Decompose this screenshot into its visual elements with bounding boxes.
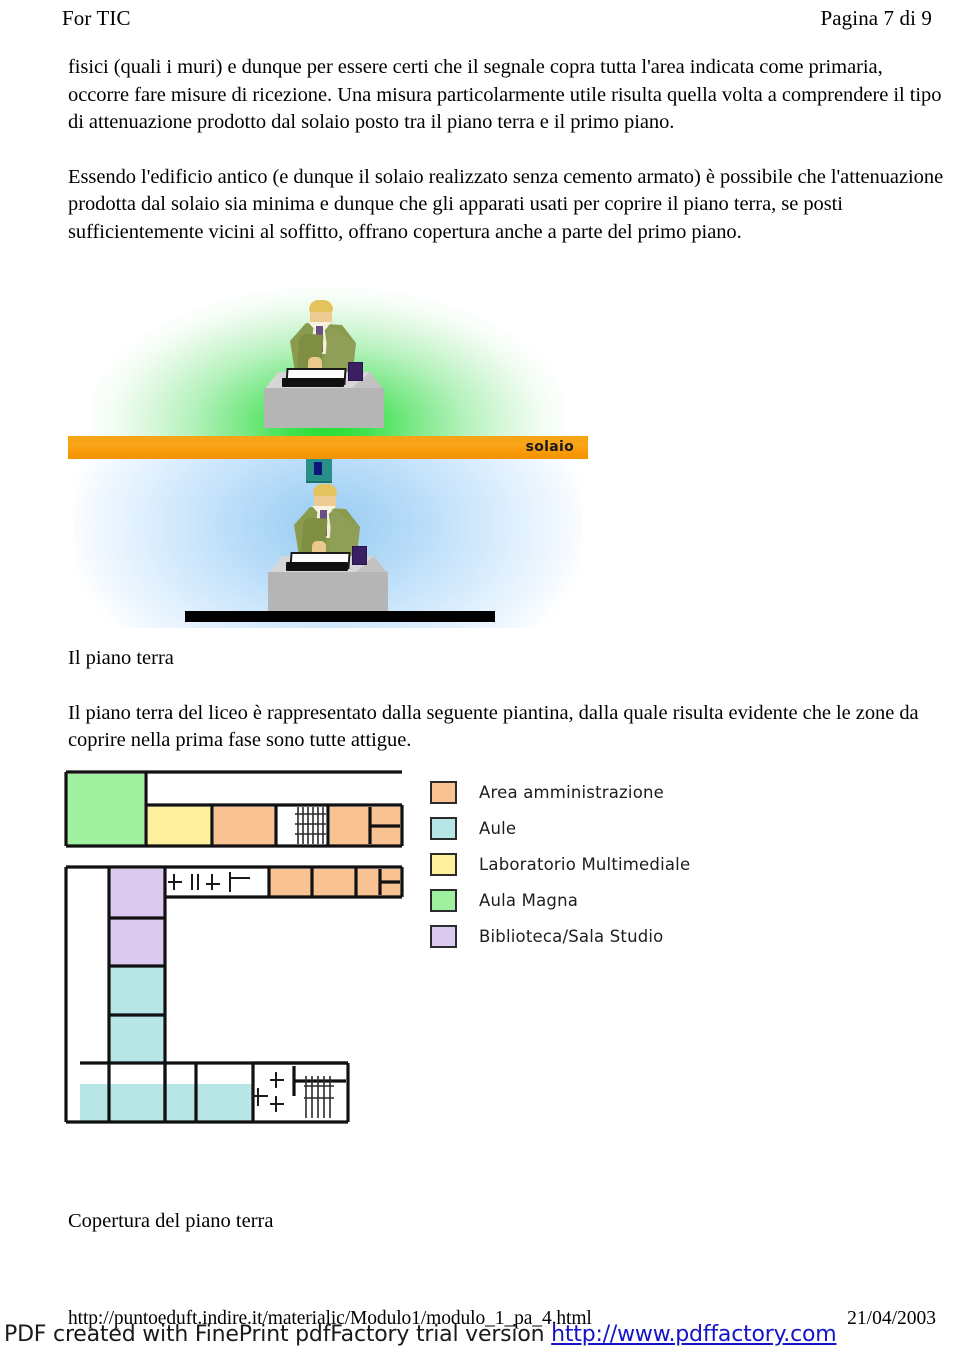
person-at-desk-first-floor	[264, 300, 384, 428]
legend-label-aule: Aule	[479, 818, 517, 838]
legend-swatch-area-amministrazione	[430, 780, 457, 804]
heading-piano-terra: Il piano terra	[68, 647, 174, 669]
pdffactory-watermark: PDF created with FinePrint pdfFactory tr…	[4, 1322, 956, 1347]
figure-solaio-attenuation-diagram: solaio	[68, 258, 588, 628]
floor-plan-room	[66, 774, 144, 846]
floor-plan-legend: Area amministrazione Aule Laboratorio Mu…	[430, 774, 700, 954]
legend-item: Area amministrazione	[430, 774, 700, 810]
floor-plan-drawing	[64, 770, 404, 1124]
pdffactory-link[interactable]: http://www.pdffactory.com	[551, 1322, 837, 1347]
paragraph-piantina: Il piano terra del liceo è rappresentato…	[68, 701, 919, 752]
legend-swatch-biblioteca-sala-studio	[430, 924, 457, 948]
figure-floor-plan: Area amministrazione Aule Laboratorio Mu…	[62, 766, 702, 1166]
legend-item: Aule	[430, 810, 700, 846]
floor-plan-room-fills	[66, 774, 402, 1122]
floor-plan-stairs	[295, 807, 334, 1118]
mug-icon	[352, 546, 367, 565]
caption-copertura-piano-terra: Copertura del piano terra	[68, 1210, 274, 1232]
person-hair-icon	[309, 300, 333, 312]
page-footer: http://puntoeduft.indire.it/materialic/M…	[0, 1308, 960, 1355]
legend-swatch-laboratorio-multimediale	[430, 852, 457, 876]
legend-label-area-amministrazione: Area amministrazione	[479, 782, 665, 802]
solaio-slab-bar	[68, 436, 588, 459]
legend-item: Aula Magna	[430, 882, 700, 918]
legend-label-aula-magna: Aula Magna	[479, 890, 579, 910]
page-header: For TIC Pagina 7 di 9	[0, 6, 960, 40]
legend-swatch-aula-magna	[430, 888, 457, 912]
paragraph-edificio-antico: Essendo l'edificio antico (e dunque il s…	[68, 165, 944, 243]
document-body: fisici (quali i muri) e dunque per esser…	[68, 54, 948, 246]
floor-plan-fixtures	[168, 872, 284, 1112]
mug-icon	[348, 362, 363, 381]
floor-plan-room	[214, 807, 276, 846]
legend-label-laboratorio-multimediale: Laboratorio Multimediale	[479, 854, 691, 874]
solaio-label: solaio	[525, 439, 574, 455]
floor-plan-room	[146, 807, 212, 846]
header-title: For TIC	[62, 6, 131, 30]
section-piano-terra: Il piano terra Il piano terra del liceo …	[68, 645, 948, 755]
desk-front	[264, 388, 384, 428]
heading-spacer	[68, 673, 948, 700]
person-at-desk-ground-floor	[268, 484, 388, 612]
laptop-base-icon	[282, 378, 344, 387]
pdffactory-notice-text: PDF created with FinePrint pdfFactory tr…	[4, 1322, 552, 1347]
desk-front	[268, 572, 388, 612]
legend-label-biblioteca-sala-studio: Biblioteca/Sala Studio	[479, 926, 664, 946]
access-point-slot-icon	[314, 462, 322, 475]
section-copertura: Copertura del piano terra	[68, 1208, 948, 1236]
page-number-indicator: Pagina 7 di 9	[820, 6, 932, 30]
legend-swatch-aule	[430, 816, 457, 840]
legend-item: Biblioteca/Sala Studio	[430, 918, 700, 954]
ground-floor-slab	[185, 611, 495, 622]
person-hair-icon	[313, 484, 337, 496]
paragraph-attenuazione-intro: fisici (quali i muri) e dunque per esser…	[68, 56, 942, 134]
laptop-base-icon	[286, 562, 348, 571]
legend-item: Laboratorio Multimediale	[430, 846, 700, 882]
